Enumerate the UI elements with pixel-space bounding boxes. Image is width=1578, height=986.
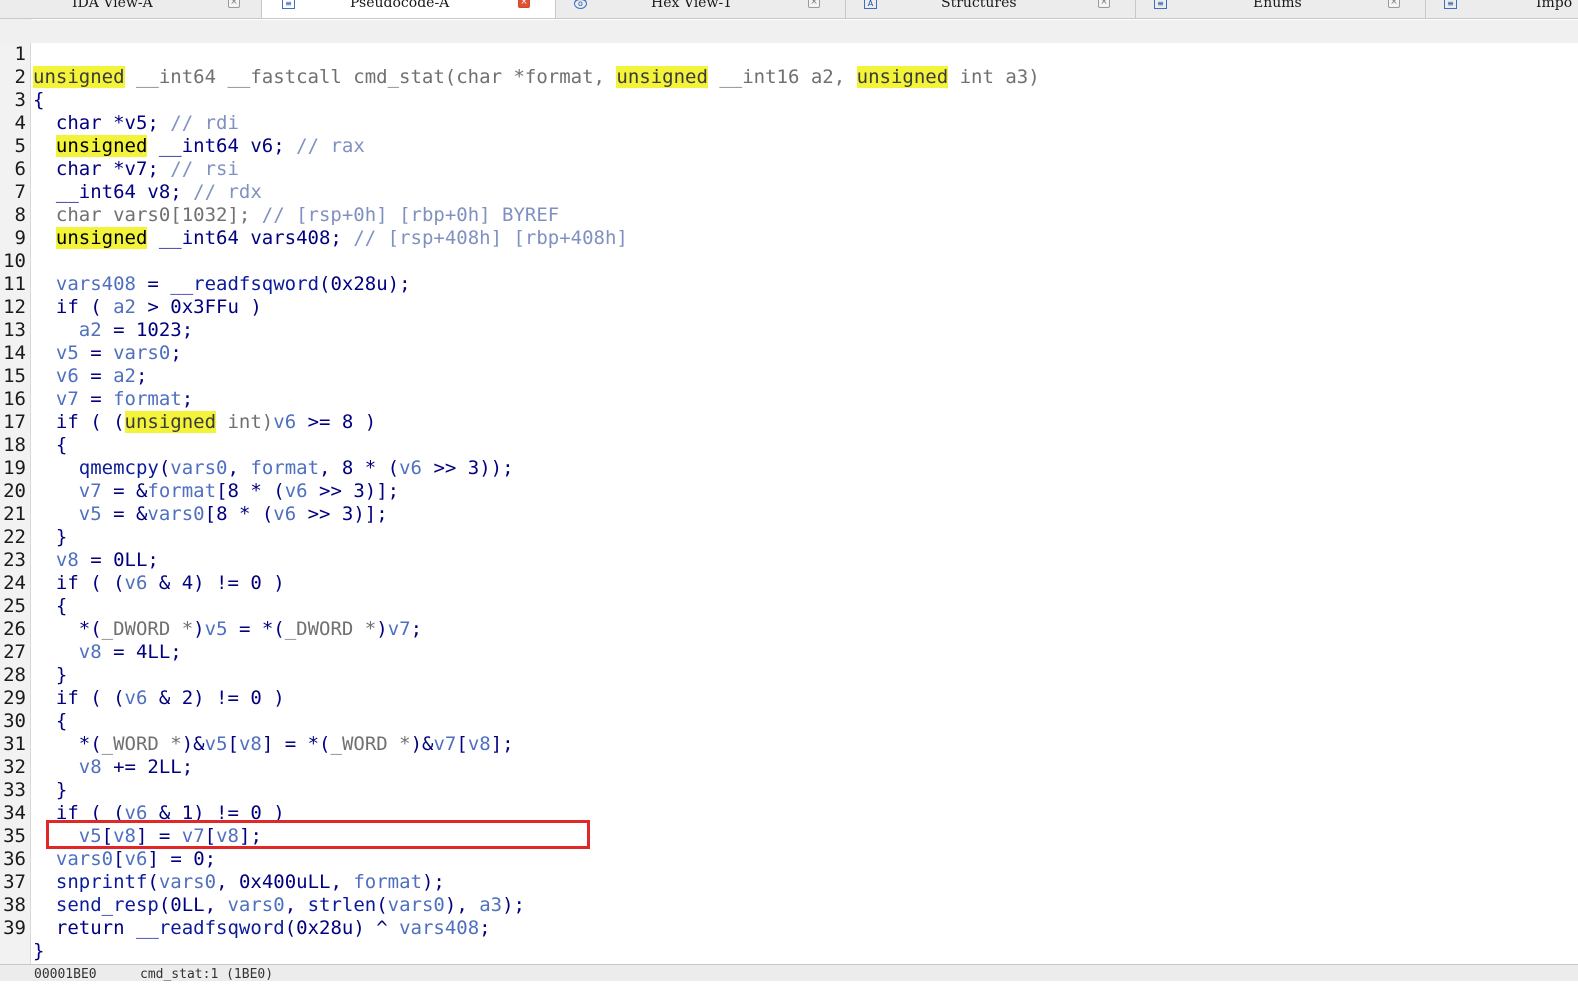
close-icon[interactable]: × — [228, 0, 240, 8]
tab-label: Pseudocode-A — [350, 0, 450, 11]
code-line-30[interactable]: 30 *(_WORD *)&v5[v8] = *(_WORD *)&v7[v8]… — [0, 687, 1578, 755]
code-line-19[interactable]: 19 v7 = &format[8 * (v6 >> 3)]; — [0, 434, 1578, 502]
code-line-34[interactable]: 34 v5[v8] = v7[v8]; — [0, 779, 1578, 847]
code-line-7[interactable]: 7 char vars0[1032]; // [rsp+0h] [rbp+0h]… — [0, 158, 1578, 226]
tab-enums[interactable]: ≡ Enums × — [1136, 0, 1426, 18]
code-line-23[interactable]: 23 if ( (v6 & 4) != 0 ) — [0, 526, 1578, 594]
code-line-16[interactable]: 16 if ( (unsigned int)v6 >= 8 ) — [0, 365, 1578, 433]
code-line-6[interactable]: 6 __int64 v8; // rdx — [0, 135, 1578, 203]
tab-imports[interactable]: ≡ Impo — [1426, 0, 1578, 18]
code-text: return — [55, 917, 136, 939]
code-text: ; — [479, 917, 491, 939]
pseudocode-editor[interactable]: 1 unsigned __int64 __fastcall cmd_stat(c… — [0, 19, 1578, 964]
line-number: 39 — [3, 917, 26, 939]
enums-icon: ≡ — [1154, 0, 1167, 9]
tab-structures[interactable]: A Structures × — [846, 0, 1136, 18]
code-line-15[interactable]: 15 v7 = format; — [0, 342, 1578, 410]
code-line-24[interactable]: 24 { — [0, 549, 1578, 617]
code-line-20[interactable]: 20 v5 = &vars0[8 * (v6 >> 3)]; — [0, 457, 1578, 525]
code-line-29[interactable]: 29 { — [0, 664, 1578, 732]
code-line-18[interactable]: 18 qmemcpy(vars0, format, 8 * (v6 >> 3))… — [0, 411, 1578, 479]
tab-label: Impo — [1536, 0, 1573, 11]
code-text: } — [33, 940, 45, 962]
code-line-38[interactable]: 38 return __readfsqword(0x28u) ^ vars408… — [0, 871, 1578, 939]
code-line-5[interactable]: 5 char *v7; // rsi — [0, 112, 1578, 180]
code-line-37[interactable]: 37 send_resp(0LL, vars0, strlen(vars0), … — [0, 848, 1578, 916]
code-line-17[interactable]: 17 { — [0, 388, 1578, 456]
code-line-9[interactable]: 9 — [0, 204, 1578, 249]
code-line-10[interactable]: 10 vars408 = __readfsqword(0x28u); — [0, 227, 1578, 295]
hex-icon: o — [574, 0, 587, 9]
code-line-39[interactable]: 39 } — [0, 894, 1578, 962]
tab-label: Hex View-1 — [651, 0, 733, 11]
code-line-26[interactable]: 26 v8 = 4LL; — [0, 595, 1578, 663]
code-line-25[interactable]: 25 *(_DWORD *)v5 = *(_DWORD *)v7; — [0, 572, 1578, 640]
pseudocode-icon: ≡ — [282, 0, 295, 9]
code-line-31[interactable]: 31 v8 += 2LL; — [0, 710, 1578, 778]
code-line-2[interactable]: 2 { — [0, 43, 1578, 111]
code-text: (0x28u) ^ — [284, 917, 400, 939]
code-line-13[interactable]: 13 v5 = vars0; — [0, 296, 1578, 364]
code-line-28[interactable]: 28 if ( (v6 & 2) != 0 ) — [0, 641, 1578, 709]
code-line-3[interactable]: 3 char *v5; // rdi — [0, 66, 1578, 134]
code-line-12[interactable]: 12 a2 = 1023; — [0, 273, 1578, 341]
structures-icon: A — [864, 0, 877, 9]
tab-pseudocode-a[interactable]: ≡ Pseudocode-A × — [262, 0, 556, 18]
code-line-4[interactable]: 4 unsigned __int64 v6; // rax — [0, 89, 1578, 157]
status-bar: 00001BE0 cmd_stat:1 (1BE0) — [0, 964, 1578, 981]
tab-hex-view-1[interactable]: o Hex View-1 × — [556, 0, 846, 18]
tab-label: Enums — [1253, 0, 1302, 11]
close-icon[interactable]: × — [1098, 0, 1110, 8]
close-icon[interactable]: × — [518, 0, 530, 8]
annotation-highlight-box — [46, 820, 590, 849]
code-function: __readfsqword — [135, 917, 285, 939]
code-line-11[interactable]: 11 if ( a2 > 0x3FFu ) — [0, 250, 1578, 318]
code-line-32[interactable]: 32 } — [0, 733, 1578, 801]
tab-label: IDA View-A — [72, 0, 153, 11]
imports-icon: ≡ — [1444, 0, 1457, 9]
code-variable: vars408 — [399, 917, 480, 939]
code-line-27[interactable]: 27 } — [0, 618, 1578, 686]
tab-ida-view-a[interactable]: IDA View-A × — [0, 0, 262, 18]
status-location: cmd_stat:1 (1BE0) — [140, 967, 274, 981]
status-address: 00001BE0 — [34, 967, 97, 981]
code-line-14[interactable]: 14 v6 = a2; — [0, 319, 1578, 387]
tab-label: Structures — [941, 0, 1017, 11]
code-line-21[interactable]: 21 } — [0, 480, 1578, 548]
tab-bar: IDA View-A × ≡ Pseudocode-A × o Hex View… — [0, 0, 1578, 19]
close-icon[interactable]: × — [808, 0, 820, 8]
close-icon[interactable]: × — [1388, 0, 1400, 8]
code-line-22[interactable]: 22 v8 = 0LL; — [0, 503, 1578, 571]
code-line-1[interactable]: 1 unsigned __int64 __fastcall cmd_stat(c… — [0, 20, 1578, 88]
code-line-8[interactable]: 8 unsigned __int64 vars408; // [rsp+408h… — [0, 181, 1578, 249]
code-line-33[interactable]: 33 if ( (v6 & 1) != 0 ) — [0, 756, 1578, 824]
